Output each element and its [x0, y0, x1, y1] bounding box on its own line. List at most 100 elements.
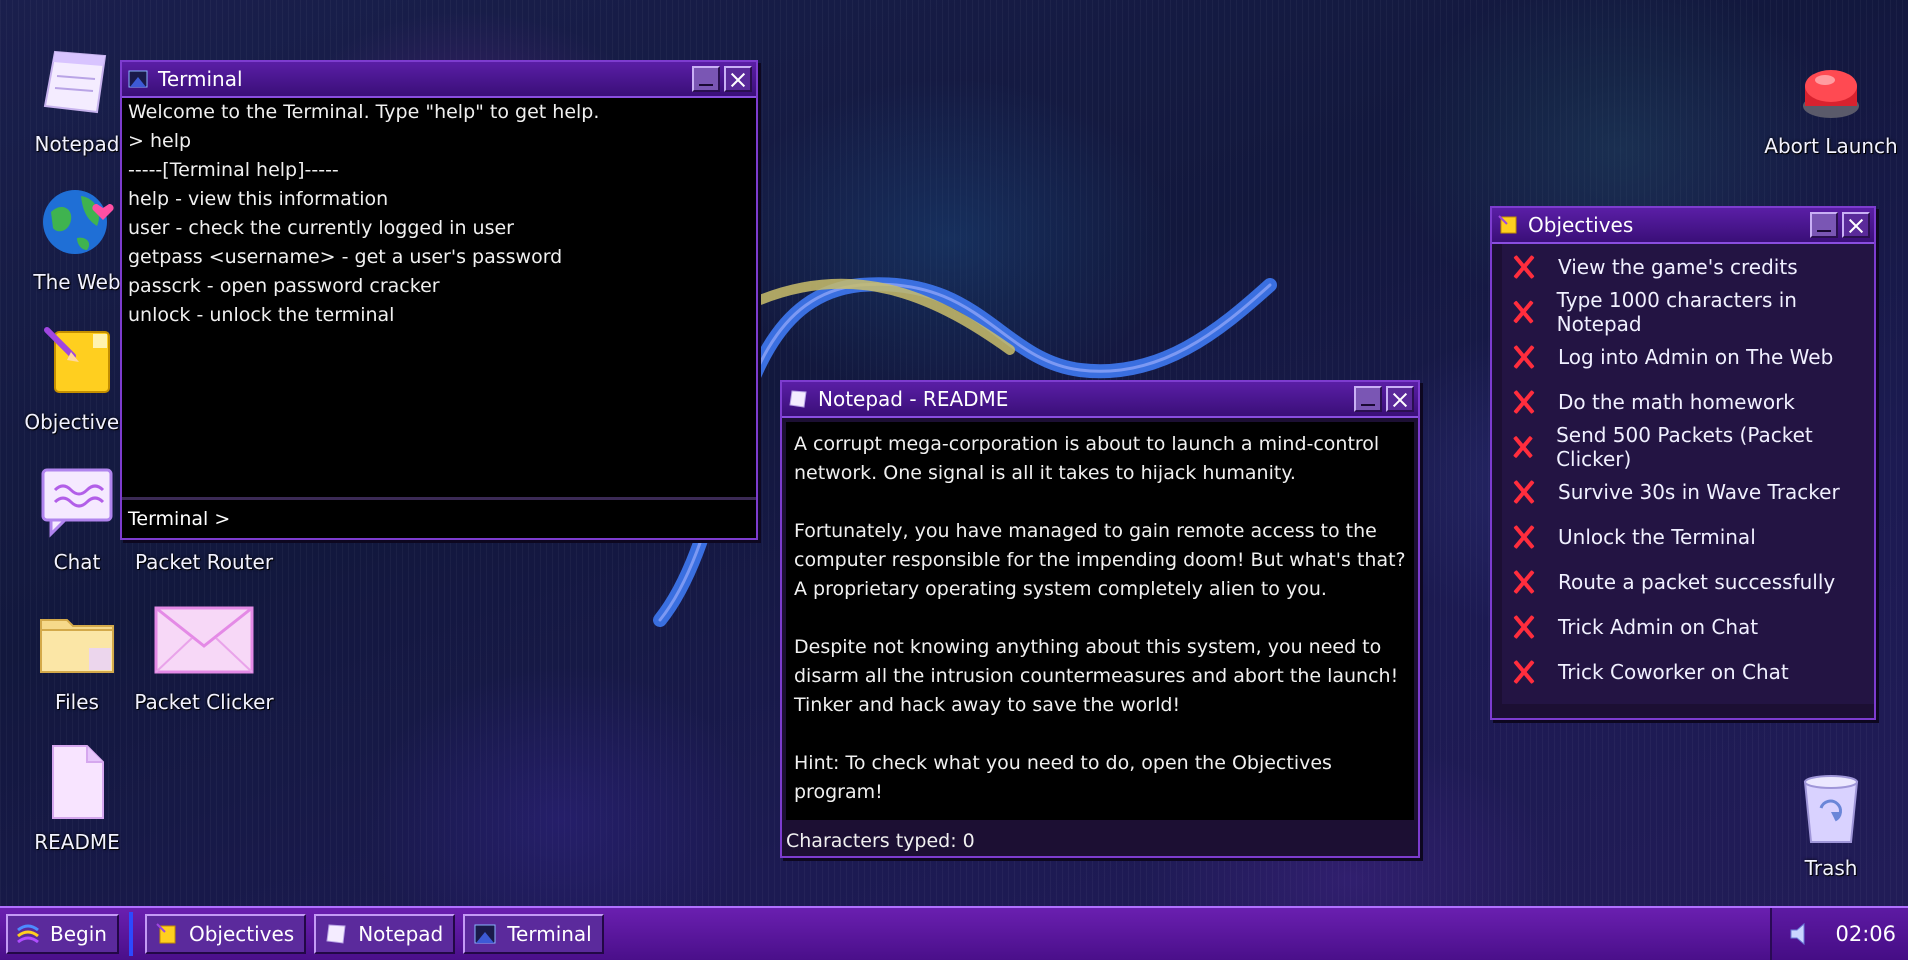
- objective-item: Trick Admin on Chat: [1502, 604, 1874, 649]
- objective-item: View the game's credits: [1502, 244, 1874, 289]
- envelope-icon: [152, 602, 256, 682]
- notepad-icon: [37, 44, 117, 124]
- terminal-icon: [128, 70, 148, 88]
- desktop-icon-files[interactable]: Files: [14, 602, 140, 714]
- objective-item: Log into Admin on The Web: [1502, 334, 1874, 379]
- system-tray: 02:06: [1770, 908, 1908, 960]
- terminal-titlebar[interactable]: Terminal: [122, 62, 756, 98]
- objective-label: Send 500 Packets (Packet Clicker): [1556, 422, 1813, 471]
- notepad-titlebar[interactable]: Notepad - README: [782, 382, 1418, 418]
- objectives-icon: [1498, 215, 1517, 234]
- incomplete-x-icon: [1508, 344, 1540, 370]
- globe-icon: [37, 182, 117, 262]
- desktop-icon-trash[interactable]: Trash: [1768, 768, 1894, 880]
- close-button[interactable]: [1842, 212, 1870, 238]
- objectives-titlebar[interactable]: Objectives: [1492, 208, 1874, 244]
- notepad-icon: [789, 390, 807, 408]
- desktop-icon-label: Packet Router: [134, 550, 274, 574]
- objective-label: Unlock the Terminal: [1558, 524, 1756, 549]
- objective-label: Trick Admin on Chat: [1558, 614, 1759, 639]
- objective-label: Survive 30s in Wave Tracker: [1558, 479, 1840, 504]
- terminal-output: Welcome to the Terminal. Type "help" to …: [122, 98, 756, 498]
- objective-label: Route a packet successfully: [1558, 569, 1836, 594]
- notepad-paragraph: A corrupt mega-corporation is about to l…: [794, 433, 1380, 484]
- window-title: Terminal: [158, 67, 243, 91]
- taskbar-button-objectives[interactable]: Objectives: [144, 914, 307, 954]
- objective-item: Survive 30s in Wave Tracker: [1502, 469, 1874, 514]
- objective-label: Type 1000 characters in Notepad: [1556, 287, 1797, 336]
- terminal-line: getpass <username> - get a user's passwo…: [128, 246, 563, 268]
- terminal-line: -----[Terminal help]-----: [128, 159, 339, 181]
- desktop-icon-label: Packet Clicker: [134, 690, 274, 714]
- notepad-status: Characters typed: 0: [786, 830, 975, 852]
- minimize-button[interactable]: [692, 66, 720, 92]
- taskbar-button-label: Terminal: [507, 922, 592, 946]
- objective-label: Trick Coworker on Chat: [1558, 659, 1789, 684]
- notepad-paragraph: Fortunately, you have managed to gain re…: [794, 520, 1406, 600]
- minimize-button[interactable]: [1810, 212, 1838, 238]
- desktop-icon-label: Abort Launch: [1764, 134, 1898, 158]
- taskbar-separator: [128, 912, 133, 956]
- terminal-line: user - check the currently logged in use…: [128, 217, 514, 239]
- close-button[interactable]: [724, 66, 752, 92]
- desktop-icon-label: Objectives: [24, 410, 130, 434]
- clock: 02:06: [1835, 922, 1896, 946]
- incomplete-x-icon: [1508, 254, 1540, 280]
- notepad-window[interactable]: Notepad - README A corrupt mega-corporat…: [780, 380, 1420, 858]
- minimize-button[interactable]: [1354, 386, 1382, 412]
- desktop-icon-label: Notepad: [34, 132, 120, 156]
- incomplete-x-icon: [1508, 434, 1538, 460]
- terminal-line: passcrk - open password cracker: [128, 275, 440, 297]
- objective-item: Route a packet successfully: [1502, 559, 1874, 604]
- incomplete-x-icon: [1508, 614, 1540, 640]
- chat-icon: [37, 462, 117, 542]
- terminal-line: help - view this information: [128, 188, 389, 210]
- desktop-icon-label: Chat: [53, 550, 101, 574]
- objective-label: Log into Admin on The Web: [1558, 344, 1834, 369]
- objectives-list: View the game's credits Type 1000 charac…: [1502, 244, 1874, 704]
- desktop-icon-label: README: [34, 830, 120, 854]
- objective-item: Type 1000 characters in Notepad: [1502, 287, 1874, 336]
- desktop-icon-packet-clicker[interactable]: Packet Clicker: [134, 602, 274, 714]
- incomplete-x-icon: [1508, 299, 1539, 325]
- incomplete-x-icon: [1508, 524, 1540, 550]
- desktop-icon-readme[interactable]: README: [14, 742, 140, 854]
- desktop-icon-label: Trash: [1804, 856, 1858, 880]
- taskbar-button-label: Notepad: [358, 922, 444, 946]
- close-button[interactable]: [1386, 386, 1414, 412]
- incomplete-x-icon: [1508, 569, 1540, 595]
- red-button-icon: [1791, 46, 1871, 126]
- desktop-icon-label: The Web: [33, 270, 121, 294]
- document-icon: [37, 742, 117, 822]
- terminal-icon: [474, 924, 496, 944]
- objectives-icon: [156, 923, 176, 944]
- notepad-icon: [326, 924, 346, 944]
- terminal-line: Welcome to the Terminal. Type "help" to …: [128, 101, 600, 123]
- notepad-text-area[interactable]: A corrupt mega-corporation is about to l…: [786, 422, 1414, 820]
- objectives-icon: [37, 322, 117, 402]
- taskbar-button-terminal[interactable]: Terminal: [463, 914, 604, 954]
- terminal-prompt-label: Terminal >: [128, 508, 231, 530]
- terminal-line: > help: [128, 130, 192, 152]
- taskbar-button-notepad[interactable]: Notepad: [314, 914, 456, 954]
- notepad-paragraph: Hint: To check what you need to do, open…: [794, 752, 1332, 803]
- objectives-window[interactable]: Objectives View the game's credits Type …: [1490, 206, 1876, 720]
- terminal-line: unlock - unlock the terminal: [128, 304, 395, 326]
- start-button[interactable]: Begin: [6, 914, 119, 954]
- window-title: Notepad - README: [818, 387, 1009, 411]
- start-label: Begin: [50, 922, 107, 946]
- incomplete-x-icon: [1508, 479, 1540, 505]
- incomplete-x-icon: [1508, 659, 1540, 685]
- objective-item: Do the math homework: [1502, 379, 1874, 424]
- objective-item: Trick Coworker on Chat: [1502, 649, 1874, 694]
- taskbar: Begin Objectives Notepad Terminal 02:06: [0, 906, 1908, 960]
- objective-label: Do the math homework: [1558, 389, 1795, 414]
- desktop-icon-label: Files: [55, 690, 99, 714]
- speaker-icon[interactable]: [1788, 920, 1816, 948]
- objective-item: Unlock the Terminal: [1502, 514, 1874, 559]
- trash-icon: [1791, 768, 1871, 848]
- desktop-icon-abort-launch[interactable]: Abort Launch: [1764, 46, 1898, 158]
- terminal-input[interactable]: Terminal >: [122, 497, 756, 538]
- terminal-window[interactable]: Terminal Welcome to the Terminal. Type "…: [120, 60, 758, 540]
- folder-icon: [37, 602, 117, 682]
